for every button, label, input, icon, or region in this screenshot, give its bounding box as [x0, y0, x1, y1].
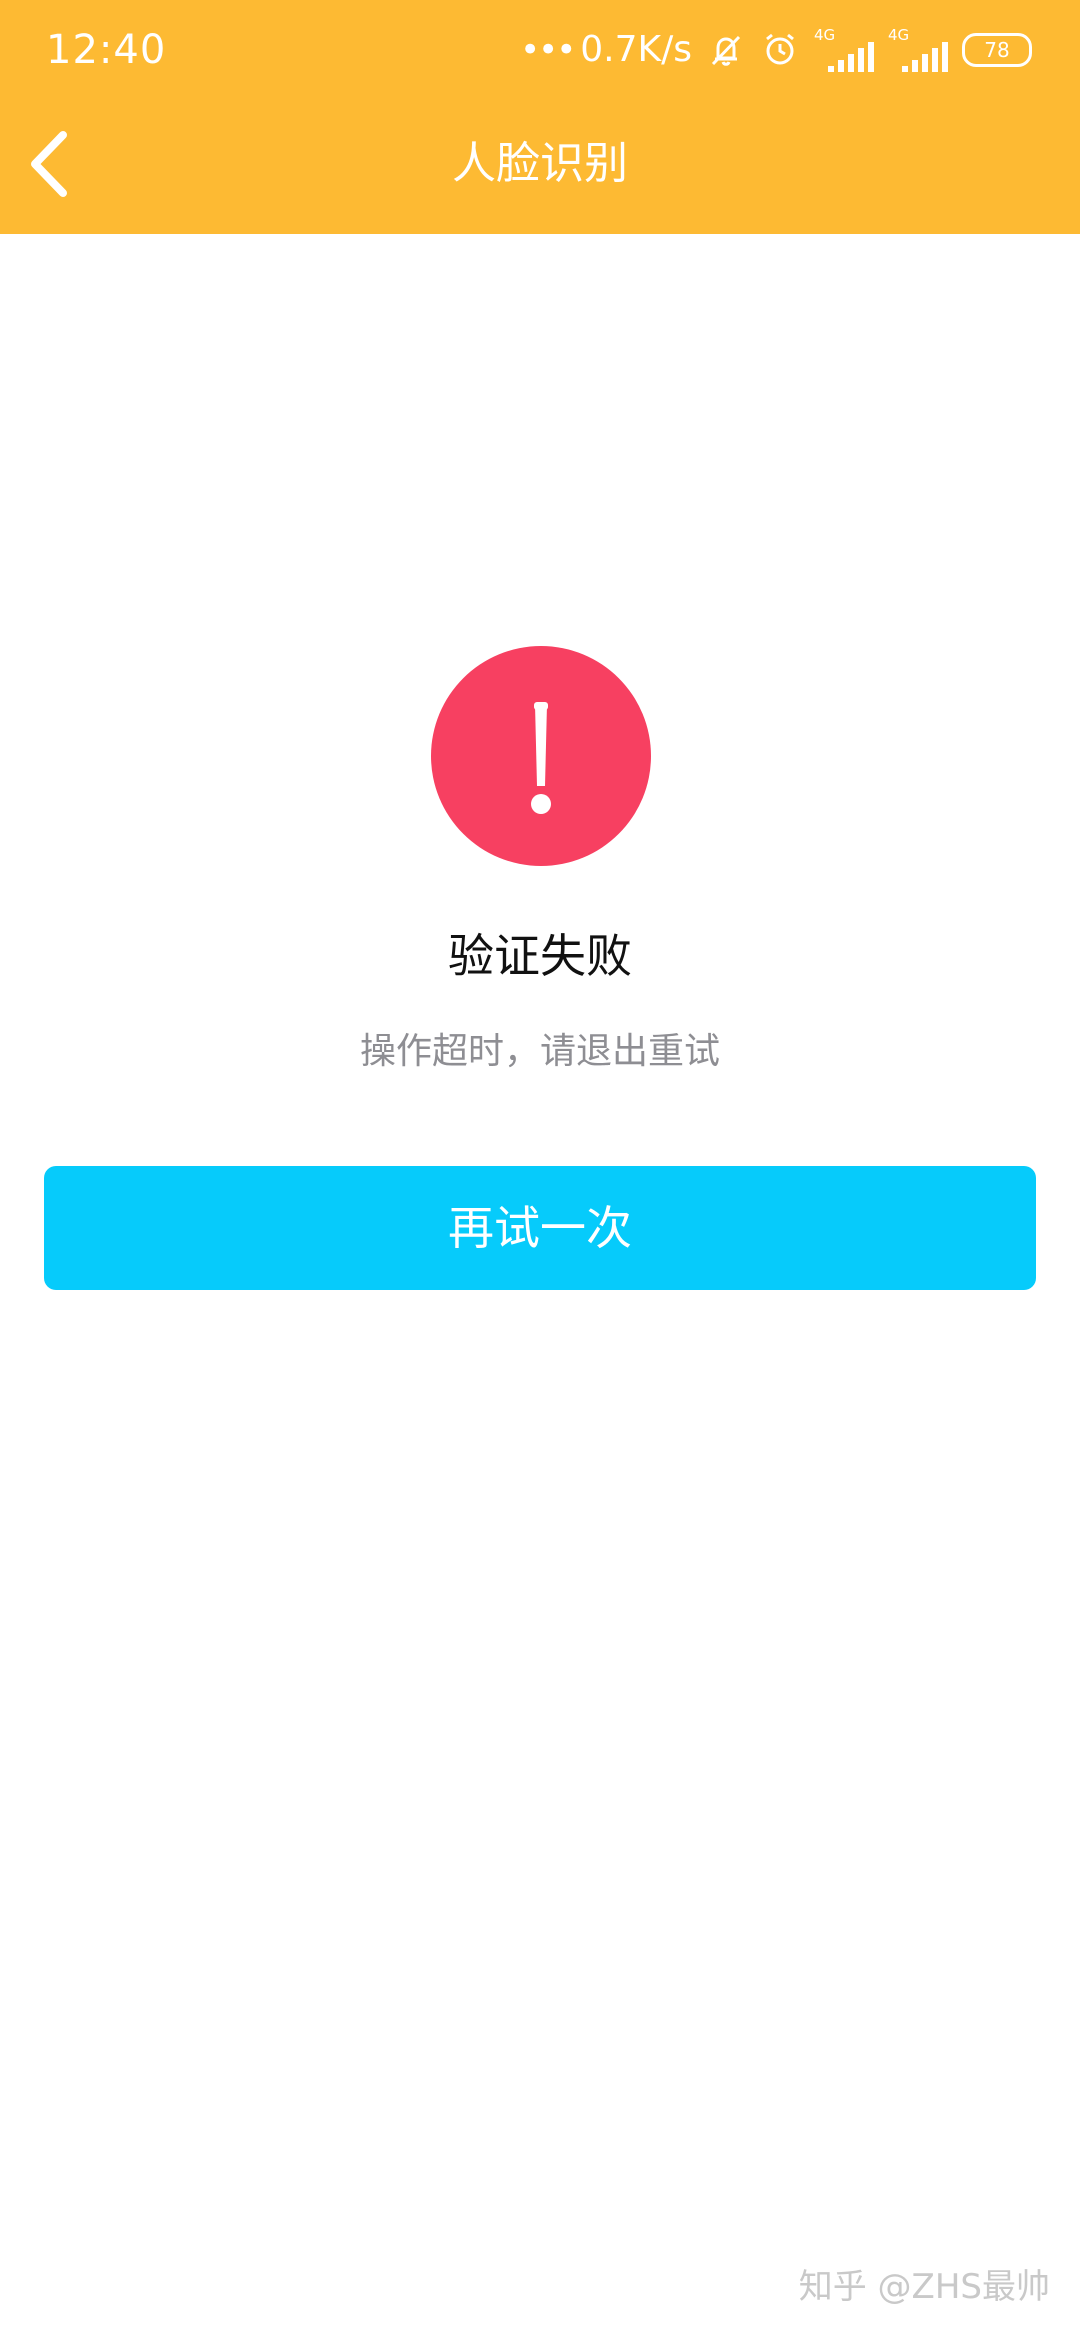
alarm-clock-icon — [760, 30, 800, 70]
battery-level: 78 — [984, 38, 1010, 62]
more-dots-icon: ••• — [520, 30, 576, 70]
retry-button[interactable]: 再试一次 — [44, 1166, 1036, 1290]
result-message: 操作超时，请退出重试 — [359, 1031, 720, 1072]
page-title: 人脸识别 — [452, 138, 628, 189]
signal-icon: 4G — [814, 26, 874, 72]
status-indicators: ••• 0.7K/s 4G 4G 78 — [520, 22, 1032, 78]
signal-icon: 4G — [888, 26, 948, 72]
result-title: 验证失败 — [448, 929, 632, 983]
error-badge — [431, 646, 651, 866]
exclamation-icon — [531, 702, 551, 814]
network-speed: 0.7K/s — [580, 29, 692, 70]
app-bar: 12:40 ••• 0.7K/s 4G 4G 78 人脸识别 — [0, 0, 1080, 234]
status-bar: 12:40 ••• 0.7K/s 4G 4G 78 — [0, 0, 1080, 100]
watermark: 知乎 @ZHS最帅 — [798, 2267, 1050, 2307]
status-time: 12:40 — [46, 27, 167, 73]
mute-bell-icon — [706, 30, 746, 70]
battery-icon: 78 — [962, 33, 1032, 67]
